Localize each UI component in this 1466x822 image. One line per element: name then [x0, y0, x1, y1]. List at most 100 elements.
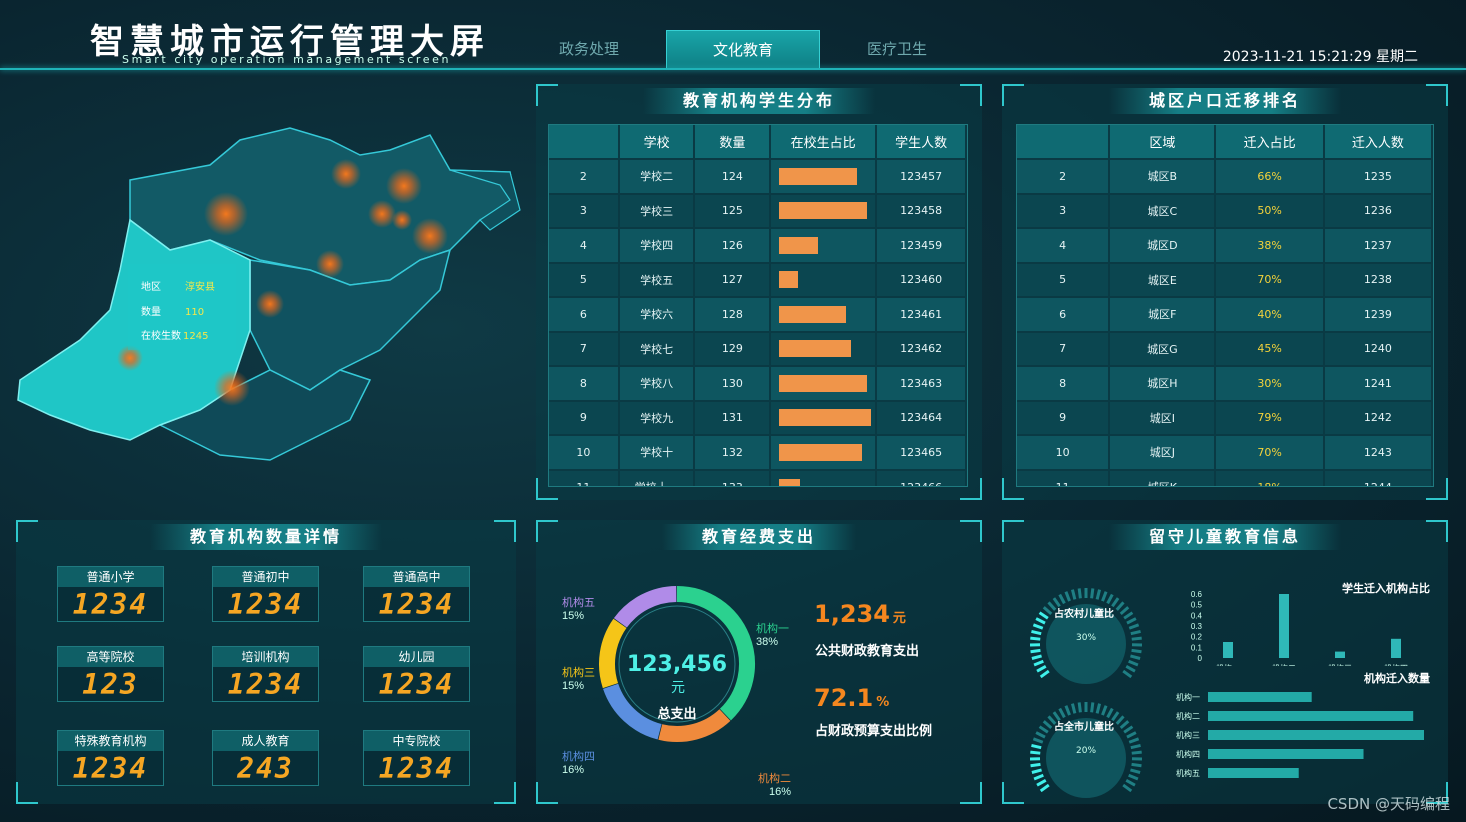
donut-slice[interactable] — [599, 618, 627, 689]
ratio-cell — [770, 261, 878, 297]
rank-cell: 11 — [549, 468, 620, 486]
institution-counter: 成人教育 243 — [212, 730, 319, 786]
vbar-bar[interactable] — [1335, 651, 1345, 658]
tab-culture-education[interactable]: 文化教育 — [666, 30, 820, 69]
ratio-bar — [779, 271, 798, 289]
gauge1-tick — [1033, 659, 1044, 667]
table-row[interactable]: 9 城区I 79% 1242 — [1017, 399, 1433, 435]
region-map[interactable] — [10, 110, 530, 490]
slice-name: 机构一 — [756, 621, 789, 635]
num-cell: 1242 — [1323, 399, 1433, 435]
counter-label: 特殊教育机构 — [58, 731, 163, 751]
ratio-cell — [770, 158, 878, 194]
vbar-y-tick: 0.2 — [1191, 633, 1203, 642]
migration-table-wrap[interactable]: 区域 迁入占比 迁入人数 2 城区B 66% 1235 3 城区C 50% 1236 4 城区D 3… — [1016, 124, 1434, 487]
map-hotspot — [368, 200, 396, 228]
stat2-label: 占财政预算支出比例 — [815, 724, 933, 739]
table-row[interactable]: 7 城区G 45% 1240 — [1017, 330, 1433, 366]
institution-counter: 高等院校 123 — [57, 646, 164, 702]
hbar-bar[interactable] — [1208, 749, 1364, 759]
hbar-category: 机构三 — [1176, 730, 1200, 740]
institution-counter: 普通小学 1234 — [57, 566, 164, 622]
rank-cell: 9 — [1017, 399, 1111, 435]
vbar-bar[interactable] — [1279, 594, 1289, 658]
gauge2-tick — [1042, 720, 1053, 729]
students-cell: 123464 — [876, 399, 967, 435]
vbar-category: 机构一 — [1216, 663, 1240, 666]
gauge2-tick — [1122, 783, 1133, 793]
pct-cell: 50% — [1215, 192, 1325, 228]
panel-title: 教育机构数量详情 — [149, 524, 383, 550]
gauge1-tick — [1039, 669, 1050, 679]
hbar-bar[interactable] — [1208, 711, 1414, 721]
slice-name: 机构三 — [562, 665, 595, 679]
hbar-bar[interactable] — [1208, 730, 1424, 740]
ratio-bar — [779, 236, 818, 254]
table-row[interactable]: 4 城区D 38% 1237 — [1017, 227, 1433, 263]
donut-slice[interactable] — [613, 586, 677, 628]
rank-cell: 5 — [1017, 261, 1111, 297]
vbar-bar[interactable] — [1223, 642, 1233, 658]
gauge2-tick — [1036, 778, 1047, 787]
tooltip-label: 地区 — [141, 282, 161, 293]
vbar-bar[interactable] — [1391, 638, 1401, 658]
header: 智慧城市运行管理大屏 Smart city operation manageme… — [0, 0, 1466, 70]
rank-cell: 3 — [549, 192, 620, 228]
slice-percent: 15% — [562, 610, 584, 622]
count-cell: 128 — [694, 296, 772, 332]
rank-cell: 11 — [1017, 468, 1111, 486]
table-row[interactable]: 9 学校九 131 123464 — [549, 399, 967, 435]
num-cell: 1237 — [1323, 227, 1433, 263]
table-row[interactable]: 8 学校八 130 123463 — [549, 365, 967, 401]
table-row[interactable]: 7 学校七 129 123462 — [549, 330, 967, 366]
gauge1-tick — [1101, 591, 1108, 602]
table-row[interactable]: 3 学校三 125 123458 — [549, 192, 967, 228]
table-row[interactable]: 2 学校二 124 123457 — [549, 158, 967, 194]
table-row[interactable]: 5 学校五 127 123460 — [549, 261, 967, 297]
pct-cell: 38% — [1215, 227, 1325, 263]
table-row[interactable]: 11学校十一133 123466 — [549, 468, 967, 486]
rank-cell: 9 — [549, 399, 620, 435]
students-table-wrap[interactable]: 学校 数量 在校生占比 学生人数 2 学校二 124 123457 3 学校三 125 123… — [548, 124, 968, 487]
school-cell: 学校九 — [618, 399, 696, 435]
table-row[interactable]: 8 城区H 30% 1241 — [1017, 365, 1433, 401]
ratio-cell — [770, 330, 878, 366]
slice-percent: 16% — [769, 786, 791, 798]
table-row[interactable]: 6 学校六 128 123461 — [549, 296, 967, 332]
col-header: 数量 — [694, 125, 772, 159]
migration-ratio-bar-chart[interactable]: 学生迁入机构占比 0 0.10.2 0.3 0.40.5 0.6 机构一 机构二 机构三 机构四 — [1168, 560, 1438, 666]
rank-cell: 7 — [549, 330, 620, 366]
table-row[interactable]: 11城区K18%1244 — [1017, 468, 1433, 486]
gauge1-tick — [1131, 636, 1142, 641]
ratio-bar — [779, 409, 872, 427]
gauge2-tick — [1126, 731, 1137, 739]
table-row[interactable]: 4 学校四 126 123459 — [549, 227, 967, 263]
counter-label: 中专院校 — [364, 731, 469, 751]
hbar-bar[interactable] — [1208, 768, 1299, 778]
migration-count-bar-chart[interactable]: 机构迁入数量机构一机构二机构三机构四机构五 — [1168, 668, 1438, 786]
table-row[interactable]: 6 城区F 40% 1239 — [1017, 296, 1433, 332]
gauge1-tick — [1042, 606, 1053, 615]
pct-cell: 18% — [1215, 468, 1325, 486]
tab-government[interactable]: 政务处理 — [512, 30, 666, 69]
table-row[interactable]: 10 学校十 132 123465 — [549, 434, 967, 470]
gauge2-tick — [1030, 750, 1041, 755]
slice-name: 机构二 — [758, 771, 791, 785]
num-cell: 1243 — [1323, 434, 1433, 470]
students-cell: 123460 — [876, 261, 967, 297]
rank-cell: 5 — [549, 261, 620, 297]
col-header: 迁入人数 — [1323, 125, 1433, 159]
vbar-title: 学生迁入机构占比 — [1342, 581, 1430, 595]
tab-medical[interactable]: 医疗卫生 — [820, 30, 974, 69]
gauge2-tick — [1125, 778, 1136, 787]
gauge1-tick — [1090, 588, 1095, 599]
hbar-bar[interactable] — [1208, 692, 1312, 702]
gauge2-tick — [1130, 768, 1141, 774]
hbar-category: 机构四 — [1176, 749, 1200, 759]
num-cell: 1244 — [1323, 468, 1433, 486]
table-row[interactable]: 3 城区C 50% 1236 — [1017, 192, 1433, 228]
table-row[interactable]: 5 城区E 70% 1238 — [1017, 261, 1433, 297]
table-row[interactable]: 10 城区J 70% 1243 — [1017, 434, 1433, 470]
table-row[interactable]: 2 城区B 66% 1235 — [1017, 158, 1433, 194]
institution-counter: 普通初中 1234 — [212, 566, 319, 622]
